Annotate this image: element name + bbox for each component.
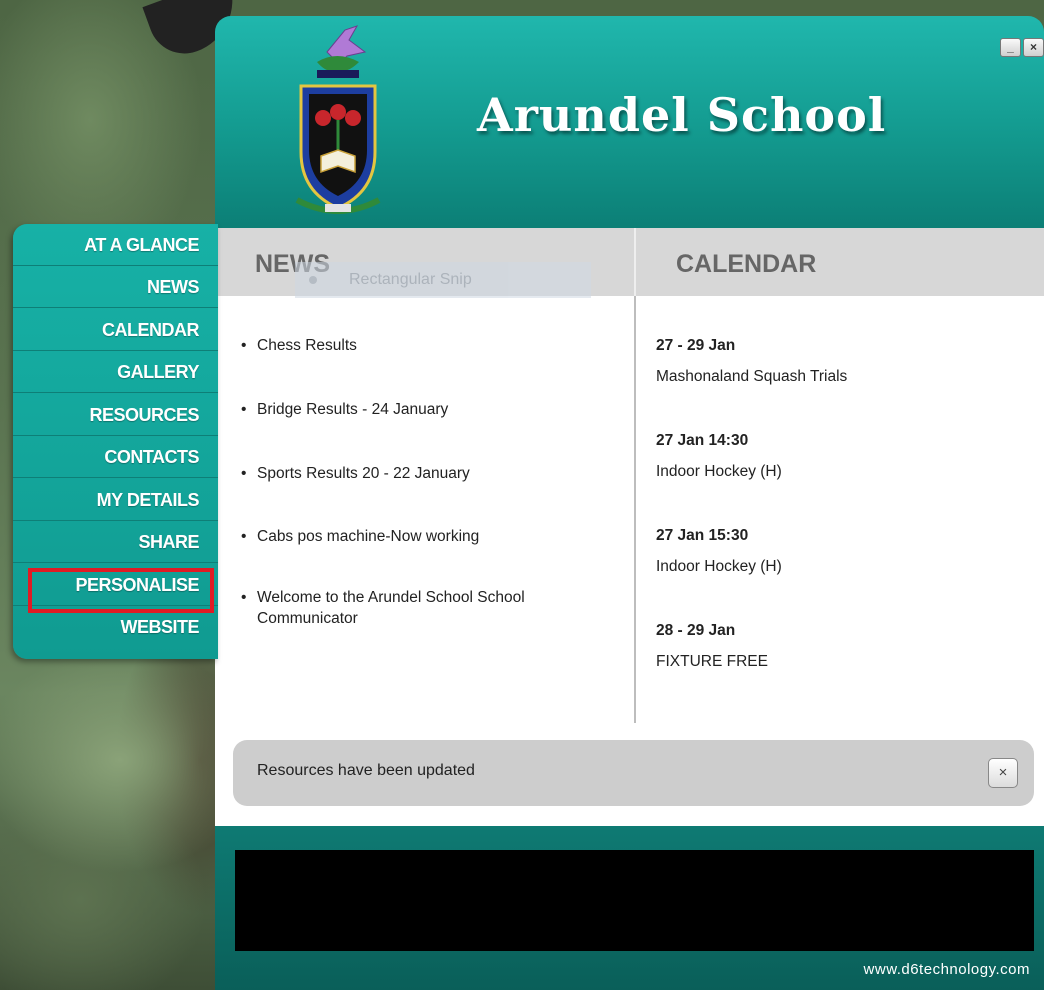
nav-item-label: CALENDAR: [102, 320, 200, 340]
event-date: 27 - 29 Jan: [656, 337, 736, 354]
nav-item-label: AT A GLANCE: [84, 235, 199, 255]
nav-item-label: WEBSITE: [120, 617, 199, 637]
event-title: Mashonaland Squash Trials: [656, 368, 848, 385]
minimize-button[interactable]: _: [1000, 38, 1021, 57]
event-title: Indoor Hockey (H): [656, 463, 782, 480]
news-item-label: Bridge Results - 24 January: [257, 401, 449, 418]
nav-item-label: GALLERY: [117, 362, 199, 382]
calendar-event[interactable]: 28 - 29 Jan FIXTURE FREE: [656, 621, 1016, 672]
news-item[interactable]: • Chess Results: [241, 335, 601, 356]
window-controls: _ ×: [1000, 38, 1044, 57]
nav-item-my-details[interactable]: MY DETAILS: [13, 479, 218, 521]
notification-text: Resources have been updated: [257, 762, 475, 779]
news-item-label: Welcome to the Arundel School School Com…: [257, 589, 525, 627]
news-item[interactable]: • Cabs pos machine-Now working: [241, 526, 601, 547]
radio-dot-icon: [309, 276, 317, 284]
calendar-event[interactable]: 27 Jan 14:30 Indoor Hockey (H): [656, 431, 1016, 482]
calendar-event[interactable]: 27 Jan 15:30 Indoor Hockey (H): [656, 526, 1016, 577]
news-item-label: Cabs pos machine-Now working: [257, 528, 480, 545]
event-title: Indoor Hockey (H): [656, 558, 782, 575]
news-item[interactable]: • Sports Results 20 - 22 January: [241, 463, 601, 484]
bullet-icon: •: [241, 528, 247, 545]
footer-link[interactable]: www.d6technology.com: [864, 961, 1030, 978]
rectangular-snip-overlay: Rectangular Snip: [295, 262, 591, 298]
nav-item-label: RESOURCES: [89, 405, 199, 425]
nav-item-gallery[interactable]: GALLERY: [13, 351, 218, 393]
bullet-icon: •: [241, 465, 247, 482]
close-button[interactable]: ×: [1023, 38, 1044, 57]
snip-label: Rectangular Snip: [349, 271, 472, 288]
notification-close-button[interactable]: ×: [988, 758, 1018, 788]
footer: www.d6technology.com: [215, 826, 1044, 990]
header-banner: Arundel School _ ×: [215, 16, 1044, 228]
nav-item-calendar[interactable]: CALENDAR: [13, 309, 218, 351]
news-item[interactable]: • Welcome to the Arundel School School C…: [241, 587, 581, 629]
nav-item-label: NEWS: [147, 277, 200, 297]
event-date: 27 Jan 14:30: [656, 432, 749, 449]
event-date: 27 Jan 15:30: [656, 527, 749, 544]
nav-item-label: CONTACTS: [104, 447, 199, 467]
nav-item-contacts[interactable]: CONTACTS: [13, 436, 218, 478]
nav-item-resources[interactable]: RESOURCES: [13, 394, 218, 436]
event-title: FIXTURE FREE: [656, 653, 768, 670]
column-divider: [634, 228, 636, 723]
nav-item-label: MY DETAILS: [96, 490, 200, 510]
news-item-label: Sports Results 20 - 22 January: [257, 465, 470, 482]
bullet-icon: •: [241, 589, 247, 606]
event-date: 28 - 29 Jan: [656, 622, 736, 639]
nav-item-news[interactable]: NEWS: [13, 266, 218, 308]
calendar-event[interactable]: 27 - 29 Jan Mashonaland Squash Trials: [656, 336, 1016, 387]
ticker-panel: [235, 850, 1034, 951]
nav-item-label: SHARE: [138, 532, 199, 552]
notification-bar: Resources have been updated ×: [233, 740, 1034, 806]
highlight-box: [28, 568, 214, 613]
bullet-icon: •: [241, 401, 247, 418]
nav-item-at-a-glance[interactable]: AT A GLANCE: [13, 224, 218, 266]
communicator-window: Arundel School _ × NEWS Rectangular Snip…: [215, 16, 1044, 990]
main-content: NEWS Rectangular Snip CALENDAR • Chess R…: [215, 228, 1044, 826]
news-item-label: Chess Results: [257, 337, 357, 354]
calendar-heading: CALENDAR: [676, 250, 817, 278]
school-crest-icon: [295, 25, 381, 214]
bullet-icon: •: [241, 337, 247, 354]
school-name-title: Arundel School: [477, 88, 887, 142]
news-item[interactable]: • Bridge Results - 24 January: [241, 399, 601, 420]
nav-item-share[interactable]: SHARE: [13, 521, 218, 563]
calendar-header: CALENDAR: [636, 228, 1044, 296]
